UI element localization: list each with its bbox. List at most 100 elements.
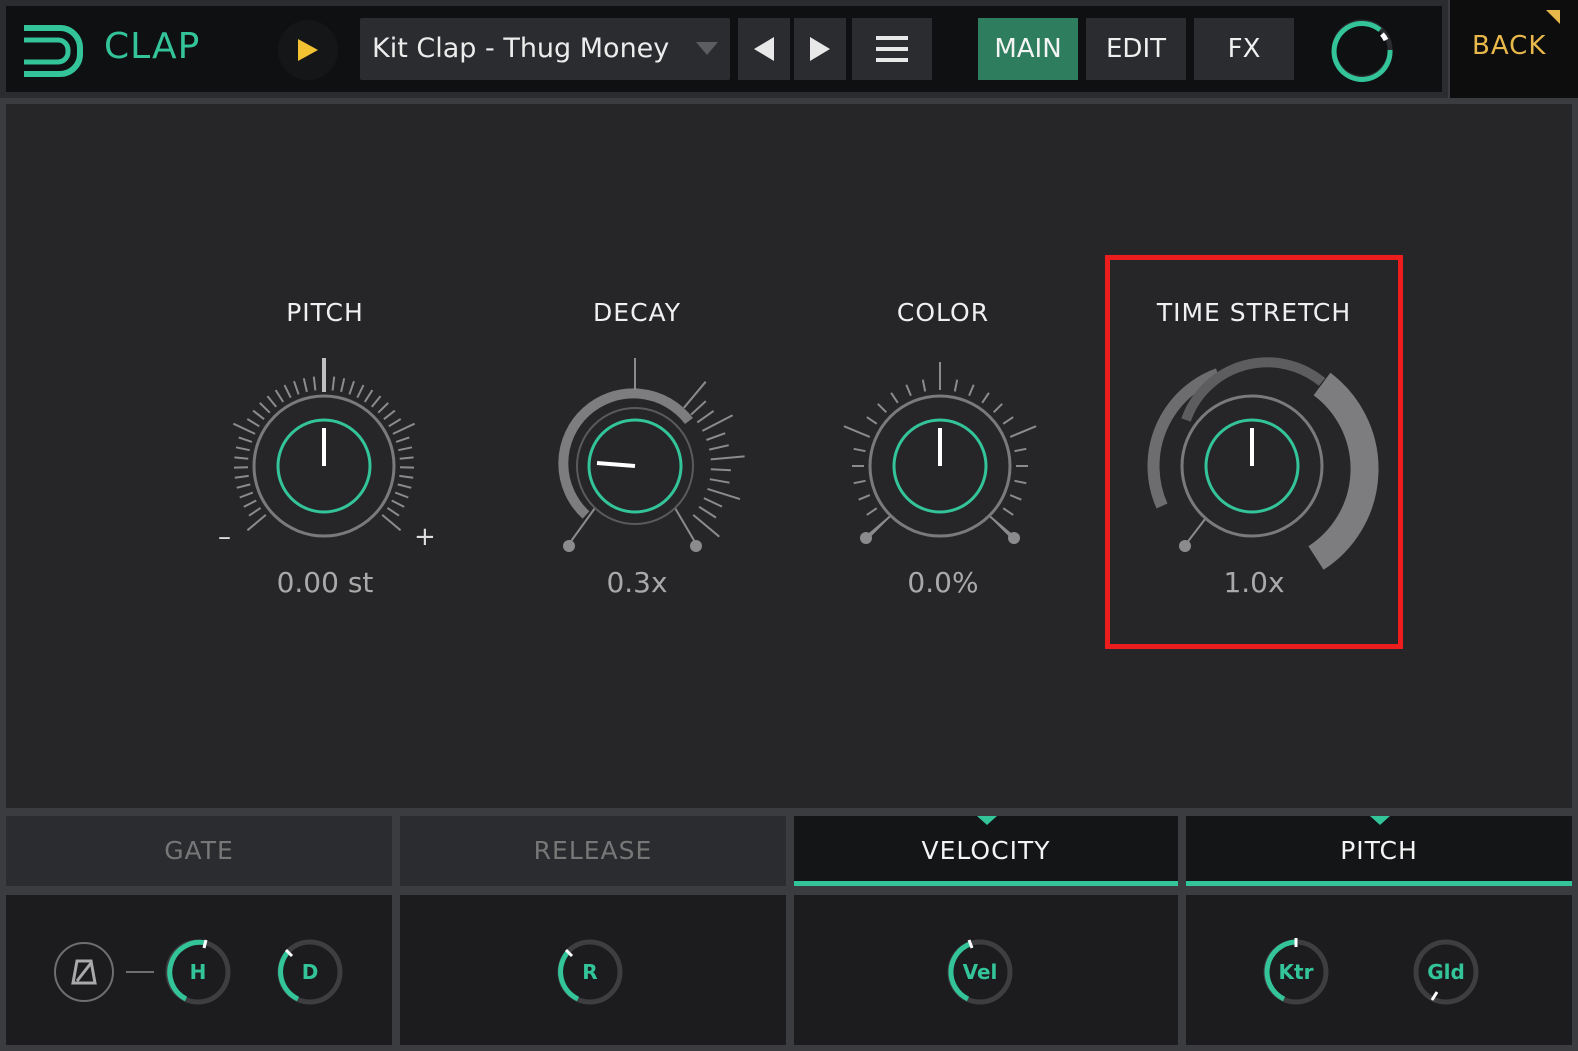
menu-button[interactable] bbox=[852, 18, 932, 80]
preset-name: Kit Clap - Thug Money bbox=[372, 33, 670, 64]
scale-tick bbox=[866, 507, 878, 516]
decay-knob[interactable] bbox=[558, 358, 745, 552]
scale-tick bbox=[283, 384, 292, 399]
scale-tick bbox=[232, 422, 256, 435]
next-preset-button[interactable] bbox=[794, 18, 846, 80]
scale-tick bbox=[293, 380, 300, 395]
scale-tick bbox=[363, 389, 374, 403]
scale-tick bbox=[386, 507, 400, 517]
tab-gate[interactable]: GATE bbox=[6, 816, 392, 886]
tab-velocity[interactable]: VELOCITY bbox=[794, 816, 1178, 886]
scale-tick bbox=[239, 491, 254, 499]
scale-tick bbox=[853, 447, 866, 453]
scale-tick bbox=[340, 378, 346, 393]
velocity-marker-icon bbox=[977, 816, 997, 825]
release-knob-label: R bbox=[582, 960, 598, 984]
time-stretch-highlight-box bbox=[1105, 255, 1403, 649]
scale-tick bbox=[690, 400, 707, 416]
scale-tick bbox=[707, 487, 741, 501]
scale-tick bbox=[238, 436, 253, 443]
app-title: CLAP bbox=[104, 26, 201, 67]
scale-tick bbox=[1014, 479, 1027, 485]
scale-tick bbox=[706, 432, 726, 441]
scale-tick bbox=[246, 514, 267, 532]
scale-tick bbox=[243, 499, 257, 508]
scale-tick bbox=[234, 474, 249, 479]
scale-tick bbox=[248, 507, 262, 517]
velocity-knob-label: Vel bbox=[962, 960, 998, 984]
scale-tick bbox=[703, 497, 723, 508]
scale-tick bbox=[302, 378, 308, 393]
scale-tick bbox=[696, 410, 715, 424]
scale-tick bbox=[398, 446, 413, 452]
scale-tick bbox=[397, 483, 412, 489]
scale-tick bbox=[992, 403, 1003, 414]
scale-tick bbox=[708, 444, 729, 451]
scale-tick bbox=[348, 380, 355, 395]
glide-knob-label: Gld bbox=[1427, 960, 1465, 984]
scale-tick bbox=[858, 494, 871, 501]
color-knob[interactable] bbox=[843, 362, 1037, 544]
scale-tick bbox=[388, 418, 402, 428]
scale-tick bbox=[843, 425, 871, 438]
scale-tick bbox=[391, 499, 405, 508]
scale-tick bbox=[234, 456, 249, 460]
scale-tick bbox=[701, 414, 734, 432]
pitch-knob[interactable] bbox=[232, 358, 416, 538]
scale-tick bbox=[312, 376, 317, 391]
play-button[interactable] bbox=[278, 20, 338, 80]
logo-icon bbox=[24, 25, 83, 77]
next-icon bbox=[810, 37, 830, 61]
scale-tick bbox=[377, 402, 389, 414]
tab-release[interactable]: RELEASE bbox=[400, 816, 786, 886]
scale-tick bbox=[968, 384, 975, 397]
prev-icon bbox=[754, 37, 774, 61]
scale-tick bbox=[890, 392, 899, 404]
scale-tick bbox=[331, 376, 336, 391]
pitch-label: PITCH bbox=[286, 298, 364, 327]
previous-preset-button[interactable] bbox=[738, 18, 790, 80]
scale-tick bbox=[1014, 447, 1027, 453]
tab-main[interactable]: MAIN bbox=[978, 18, 1078, 80]
decay-knob-label: D bbox=[301, 960, 319, 984]
menu-icon bbox=[876, 36, 908, 62]
scale-tick bbox=[383, 409, 396, 420]
pitch-marker-icon bbox=[1370, 816, 1390, 825]
scale-tick bbox=[981, 392, 990, 404]
preset-selector[interactable]: Kit Clap - Thug Money bbox=[360, 18, 730, 80]
scale-tick bbox=[274, 389, 285, 403]
corner-flag-icon bbox=[1546, 10, 1560, 24]
scale-tick bbox=[252, 409, 265, 420]
keytrack-knob-label: Ktr bbox=[1278, 960, 1314, 984]
scale-tick bbox=[709, 478, 730, 484]
hold-knob-label: H bbox=[189, 960, 207, 984]
level-meter-icon bbox=[1331, 19, 1393, 82]
scale-tick bbox=[1009, 425, 1037, 438]
tab-fx[interactable]: FX bbox=[1194, 18, 1294, 80]
scale-tick bbox=[235, 446, 250, 452]
scale-tick bbox=[394, 491, 409, 499]
decay-label: DECAY bbox=[593, 298, 681, 327]
scale-tick bbox=[371, 395, 382, 408]
scale-tick bbox=[921, 379, 927, 392]
scale-tick bbox=[710, 468, 731, 472]
scale-tick bbox=[356, 384, 365, 399]
scale-tick bbox=[395, 436, 410, 443]
scale-tick bbox=[399, 474, 414, 479]
scale-tick bbox=[399, 456, 414, 460]
scale-tick bbox=[698, 505, 717, 519]
scale-tick bbox=[236, 483, 251, 489]
tab-pitch[interactable]: PITCH bbox=[1186, 816, 1572, 886]
scale-tick bbox=[853, 479, 866, 485]
scale-tick bbox=[877, 403, 888, 414]
scale-tick bbox=[866, 416, 878, 425]
scale-tick bbox=[1002, 416, 1014, 425]
tab-edit[interactable]: EDIT bbox=[1086, 18, 1186, 80]
scale-tick bbox=[246, 418, 260, 428]
color-label: COLOR bbox=[896, 298, 990, 327]
back-button[interactable]: BACK bbox=[1472, 31, 1546, 61]
scale-tick bbox=[1009, 494, 1022, 501]
dropdown-arrow-icon bbox=[696, 42, 718, 55]
scale-tick bbox=[392, 422, 416, 435]
scale-tick bbox=[710, 455, 745, 461]
